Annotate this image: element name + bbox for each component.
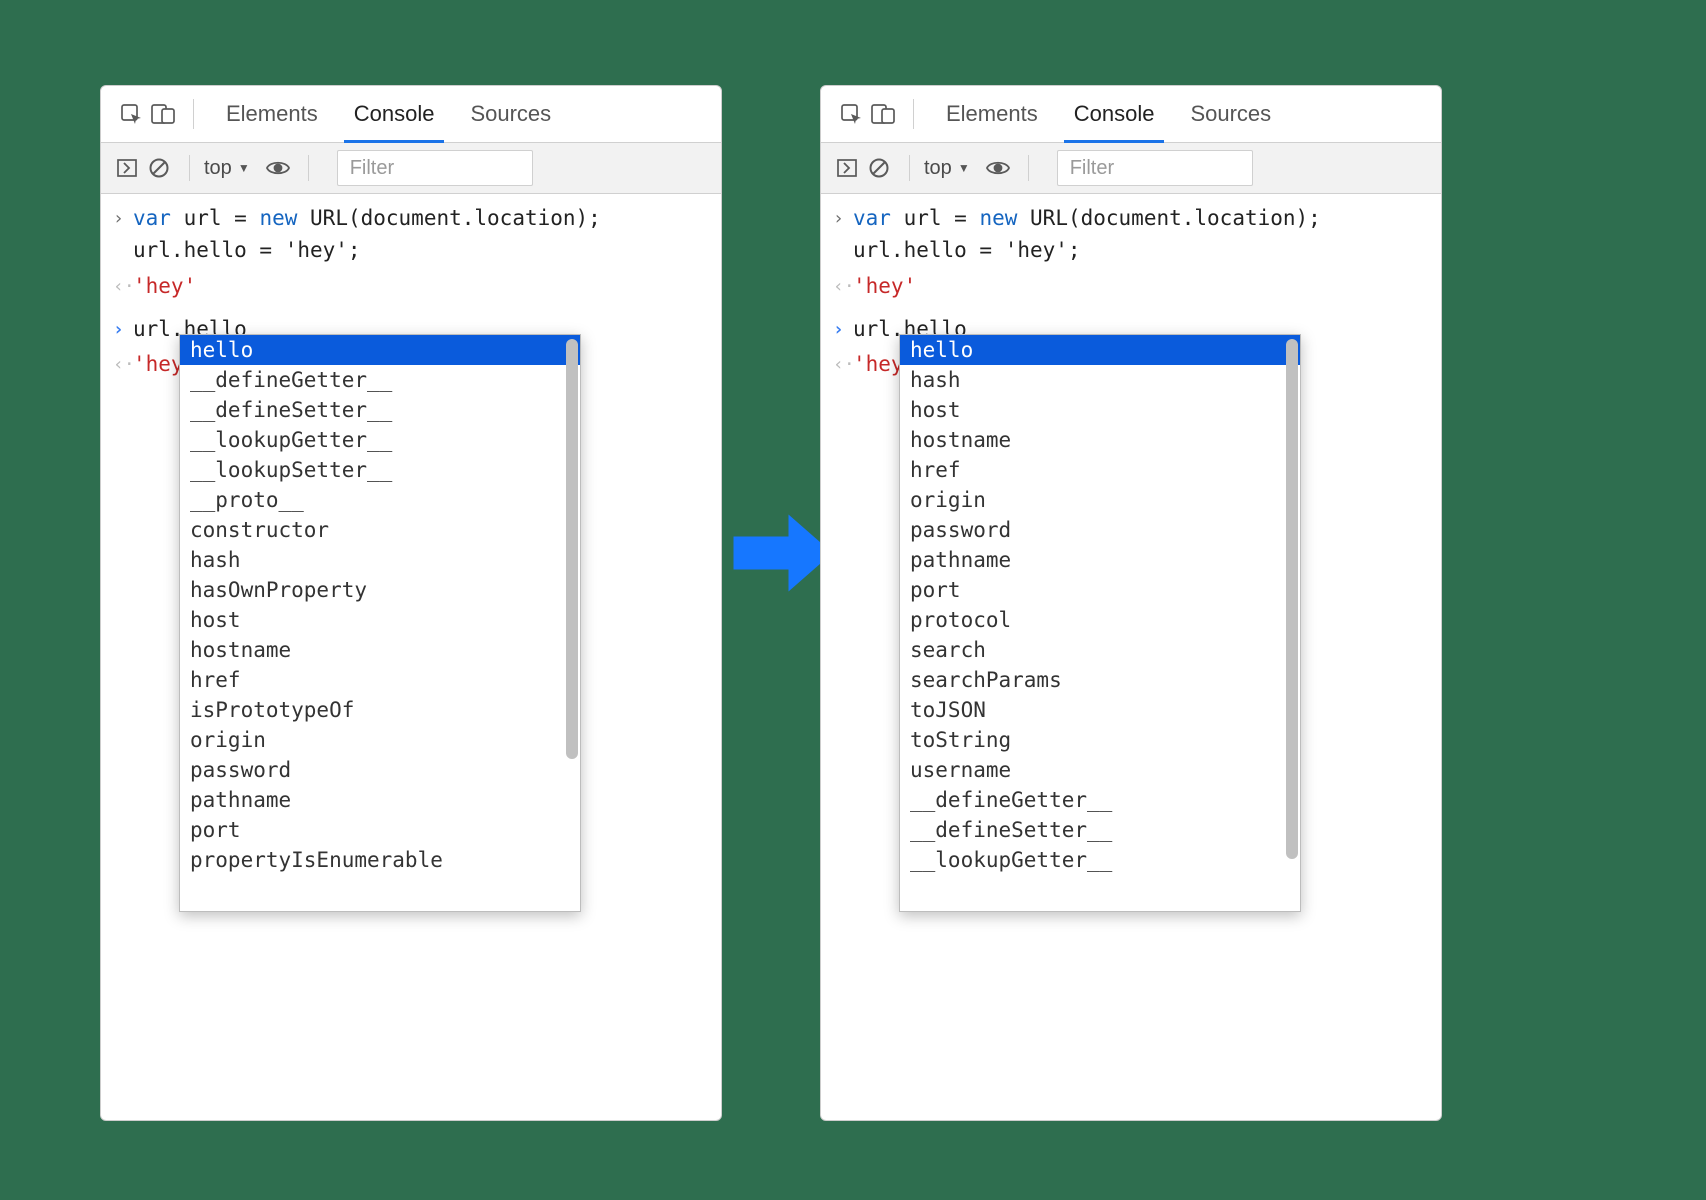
context-label: top (924, 157, 952, 180)
tab-sources[interactable]: Sources (1172, 86, 1289, 142)
autocomplete-item[interactable]: __proto__ (180, 485, 580, 515)
sidebar-toggle-icon[interactable] (111, 152, 143, 184)
console-code: var url = new URL(document.location); ur… (853, 202, 1429, 266)
console-input-row[interactable]: › var url = new URL(document.location); … (101, 200, 721, 268)
autocomplete-item[interactable]: password (180, 755, 580, 785)
console-input-row[interactable]: › url.hello hello __defineGetter____defi… (101, 305, 721, 348)
console-body: › var url = new URL(document.location); … (101, 194, 721, 383)
console-input-row[interactable]: › var url = new URL(document.location); … (821, 200, 1441, 268)
eye-icon[interactable] (262, 152, 294, 184)
context-selector[interactable]: top ▼ (924, 157, 970, 180)
autocomplete-item[interactable]: port (180, 815, 580, 845)
tab-elements[interactable]: Elements (928, 86, 1056, 142)
autocomplete-popup[interactable]: hello __defineGetter____defineSetter____… (179, 334, 581, 912)
autocomplete-item[interactable]: toJSON (900, 695, 1300, 725)
autocomplete-item[interactable]: hostname (900, 425, 1300, 455)
autocomplete-item[interactable]: hash (900, 365, 1300, 395)
autocomplete-item[interactable]: href (180, 665, 580, 695)
eye-icon[interactable] (982, 152, 1014, 184)
console-output: 'hey' (853, 270, 1429, 303)
autocomplete-item[interactable]: search (900, 635, 1300, 665)
inspect-icon[interactable] (115, 98, 147, 130)
autocomplete-item-selected[interactable]: hello (900, 335, 1300, 365)
output-chevron-icon: ‹· (833, 348, 853, 381)
scrollbar[interactable] (1284, 337, 1298, 909)
console-output-row: ‹· 'hey' (821, 268, 1441, 305)
inspect-icon[interactable] (835, 98, 867, 130)
autocomplete-item[interactable]: __defineSetter__ (900, 815, 1300, 845)
autocomplete-item[interactable]: origin (180, 725, 580, 755)
filter-input[interactable]: Filter (337, 150, 533, 186)
devtools-panel-left: Elements Console Sources top ▼ Filter › … (100, 85, 722, 1121)
autocomplete-item[interactable]: isPrototypeOf (180, 695, 580, 725)
input-chevron-icon: › (833, 202, 853, 266)
tab-strip: Elements Console Sources (101, 86, 721, 143)
input-chevron-icon: › (113, 202, 133, 266)
autocomplete-item[interactable]: port (900, 575, 1300, 605)
context-label: top (204, 157, 232, 180)
autocomplete-item[interactable]: __defineGetter__ (180, 365, 580, 395)
console-code: var url = new URL(document.location); ur… (133, 202, 709, 266)
devtools-panel-right: Elements Console Sources top ▼ Filter › … (820, 85, 1442, 1121)
autocomplete-item[interactable]: href (900, 455, 1300, 485)
separator (913, 99, 914, 129)
autocomplete-item[interactable]: password (900, 515, 1300, 545)
autocomplete-item[interactable]: host (180, 605, 580, 635)
autocomplete-item[interactable]: protocol (900, 605, 1300, 635)
tab-elements[interactable]: Elements (208, 86, 336, 142)
separator (193, 99, 194, 129)
autocomplete-item[interactable]: constructor (180, 515, 580, 545)
scrollbar[interactable] (564, 337, 578, 909)
tab-sources[interactable]: Sources (452, 86, 569, 142)
separator (909, 155, 910, 181)
autocomplete-item[interactable]: propertyIsEnumerable (180, 845, 580, 875)
console-output: 'hey' (133, 270, 709, 303)
prompt-chevron-icon: › (833, 313, 853, 346)
clear-console-icon[interactable] (143, 152, 175, 184)
device-icon[interactable] (147, 98, 179, 130)
autocomplete-item[interactable]: origin (900, 485, 1300, 515)
autocomplete-item[interactable]: searchParams (900, 665, 1300, 695)
console-body: › var url = new URL(document.location); … (821, 194, 1441, 383)
tab-console[interactable]: Console (1056, 86, 1173, 142)
autocomplete-item[interactable]: __defineSetter__ (180, 395, 580, 425)
autocomplete-item[interactable]: toString (900, 725, 1300, 755)
output-chevron-icon: ‹· (113, 270, 133, 303)
prompt-chevron-icon: › (113, 313, 133, 346)
filter-input[interactable]: Filter (1057, 150, 1253, 186)
autocomplete-item[interactable]: username (900, 755, 1300, 785)
autocomplete-item[interactable]: pathname (180, 785, 580, 815)
sidebar-toggle-icon[interactable] (831, 152, 863, 184)
autocomplete-item[interactable]: __lookupSetter__ (180, 455, 580, 485)
autocomplete-item[interactable]: host (900, 395, 1300, 425)
autocomplete-item[interactable]: pathname (900, 545, 1300, 575)
clear-console-icon[interactable] (863, 152, 895, 184)
autocomplete-item[interactable]: hash (180, 545, 580, 575)
autocomplete-item[interactable]: __lookupGetter__ (900, 845, 1300, 875)
console-toolbar: top ▼ Filter (101, 143, 721, 194)
console-input-row[interactable]: › url.hello hello hashhosthostnamehrefor… (821, 305, 1441, 348)
separator (308, 155, 309, 181)
console-output-row: ‹· 'hey' (101, 268, 721, 305)
autocomplete-item[interactable]: __defineGetter__ (900, 785, 1300, 815)
output-chevron-icon: ‹· (833, 270, 853, 303)
output-chevron-icon: ‹· (113, 348, 133, 381)
autocomplete-item-selected[interactable]: hello (180, 335, 580, 365)
scrollbar-thumb[interactable] (566, 339, 578, 759)
context-selector[interactable]: top ▼ (204, 157, 250, 180)
tab-console[interactable]: Console (336, 86, 453, 142)
autocomplete-item[interactable]: hasOwnProperty (180, 575, 580, 605)
scrollbar-thumb[interactable] (1286, 339, 1298, 859)
tab-strip: Elements Console Sources (821, 86, 1441, 143)
autocomplete-item[interactable]: __lookupGetter__ (180, 425, 580, 455)
autocomplete-popup[interactable]: hello hashhosthostnamehreforiginpassword… (899, 334, 1301, 912)
device-icon[interactable] (867, 98, 899, 130)
chevron-down-icon: ▼ (958, 161, 970, 175)
separator (1028, 155, 1029, 181)
console-toolbar: top ▼ Filter (821, 143, 1441, 194)
chevron-down-icon: ▼ (238, 161, 250, 175)
separator (189, 155, 190, 181)
autocomplete-item[interactable]: hostname (180, 635, 580, 665)
